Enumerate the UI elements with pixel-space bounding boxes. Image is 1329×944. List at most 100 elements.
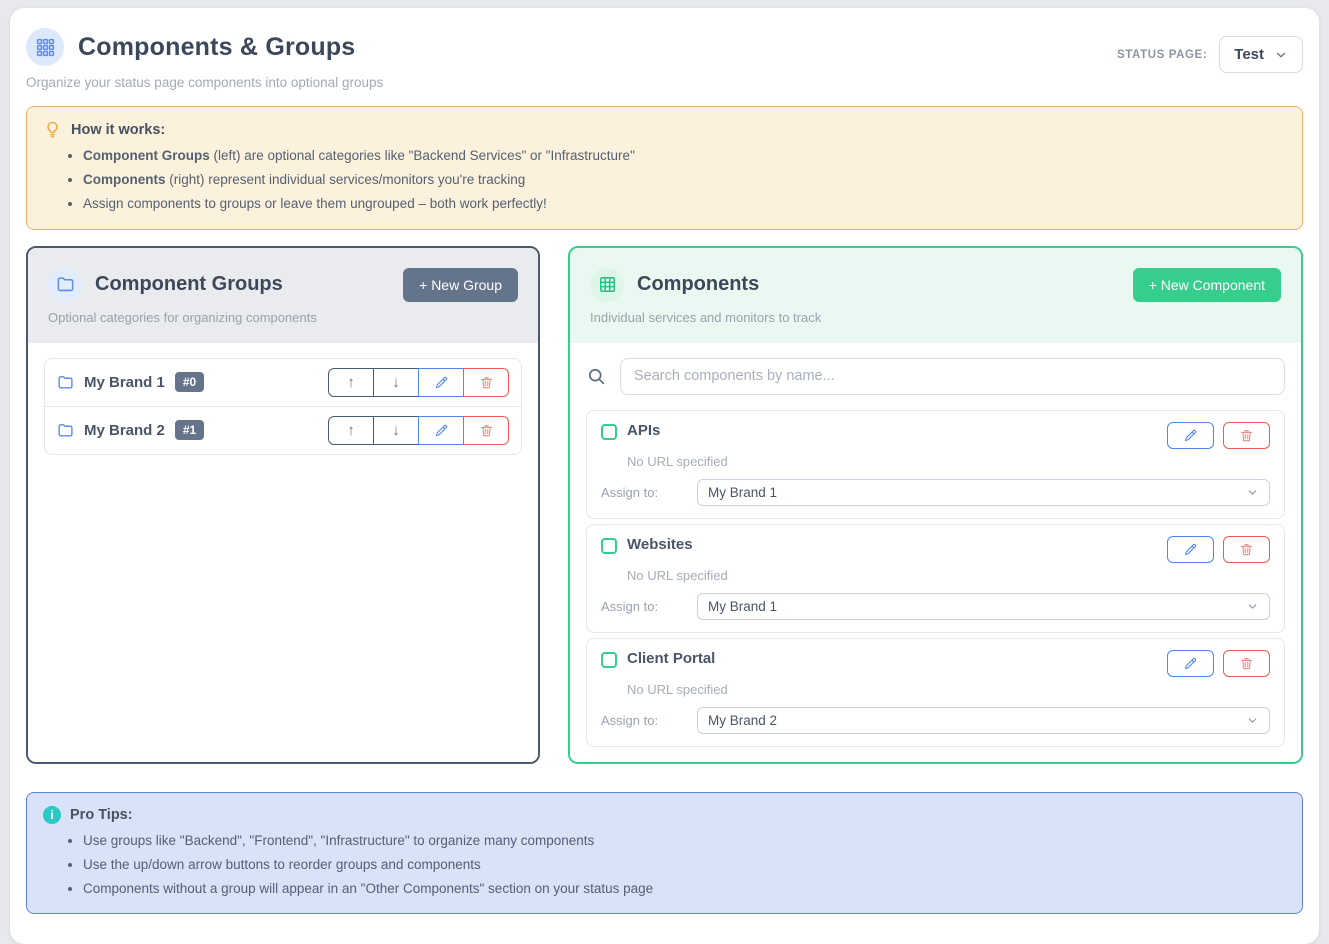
component-url-status: No URL specified — [627, 682, 1270, 697]
panels-area: Component Groups Optional categories for… — [26, 246, 1303, 764]
how-it-works-bullet: Component Groups (left) are optional cat… — [83, 147, 1286, 165]
move-up-button[interactable]: ↑ — [328, 416, 374, 445]
status-page-label: STATUS PAGE: — [1117, 49, 1207, 61]
assigned-group-value: My Brand 1 — [708, 599, 777, 614]
components-groups-page: Components & Groups Organize your status… — [10, 8, 1319, 944]
group-actions: ↑ ↓ — [328, 368, 509, 397]
trash-icon — [479, 423, 494, 438]
page-header-left: Components & Groups Organize your status… — [26, 28, 383, 90]
search-icon — [586, 366, 607, 387]
component-url-status: No URL specified — [627, 568, 1270, 583]
new-component-button[interactable]: + New Component — [1133, 268, 1281, 302]
component-name: Websites — [627, 536, 693, 553]
assigned-group-value: My Brand 1 — [708, 485, 777, 500]
page-title: Components & Groups — [78, 33, 355, 62]
pro-tips-title: Pro Tips: — [70, 807, 133, 823]
group-row: My Brand 1 #0 ↑ ↓ — [45, 359, 521, 406]
group-order-badge: #0 — [175, 372, 204, 392]
grid-dots-icon — [26, 28, 64, 66]
move-up-button[interactable]: ↑ — [328, 368, 374, 397]
assign-row: Assign to: My Brand 1 — [601, 593, 1270, 620]
component-list: APIs No URL specified — [586, 410, 1285, 747]
components-panel-title: Components — [637, 273, 759, 296]
assign-group-select[interactable]: My Brand 1 — [697, 593, 1270, 620]
assign-to-label: Assign to: — [601, 485, 697, 500]
components-panel-body: APIs No URL specified — [570, 343, 1301, 762]
assign-row: Assign to: My Brand 1 — [601, 479, 1270, 506]
pro-tips-list: Use groups like "Backend", "Frontend", "… — [83, 832, 1286, 899]
group-actions: ↑ ↓ — [328, 416, 509, 445]
component-checkbox[interactable] — [601, 424, 617, 440]
folder-icon — [57, 422, 74, 439]
pencil-icon — [1183, 656, 1198, 671]
pencil-icon — [434, 423, 449, 438]
group-name: My Brand 1 — [84, 374, 165, 391]
assign-to-label: Assign to: — [601, 713, 697, 728]
pencil-icon — [434, 375, 449, 390]
how-it-works-title: How it works: — [71, 122, 165, 138]
pro-tips-bullet: Use the up/down arrow buttons to reorder… — [83, 856, 1286, 874]
edit-component-button[interactable] — [1167, 536, 1214, 563]
delete-component-button[interactable] — [1223, 536, 1270, 563]
groups-panel-subtitle: Optional categories for organizing compo… — [48, 310, 317, 325]
chevron-down-icon — [1246, 486, 1259, 499]
group-list: My Brand 1 #0 ↑ ↓ — [44, 358, 522, 455]
component-checkbox[interactable] — [601, 538, 617, 554]
info-icon: i — [43, 806, 61, 824]
trash-icon — [1239, 428, 1254, 443]
folder-icon — [48, 268, 82, 302]
component-url-status: No URL specified — [627, 454, 1270, 469]
chevron-down-icon — [1246, 714, 1259, 727]
component-checkbox[interactable] — [601, 652, 617, 668]
assign-row: Assign to: My Brand 2 — [601, 707, 1270, 734]
how-it-works-bullet: Assign components to groups or leave the… — [83, 195, 1286, 213]
how-it-works-list: Component Groups (left) are optional cat… — [83, 147, 1286, 214]
group-name: My Brand 2 — [84, 422, 165, 439]
pro-tips-bullet: Components without a group will appear i… — [83, 880, 1286, 898]
delete-group-button[interactable] — [463, 368, 509, 397]
groups-panel-body: My Brand 1 #0 ↑ ↓ — [28, 343, 538, 762]
status-page-value: Test — [1234, 46, 1264, 63]
chevron-down-icon — [1246, 600, 1259, 613]
move-down-button[interactable]: ↓ — [373, 416, 419, 445]
pro-tips-bullet: Use groups like "Backend", "Frontend", "… — [83, 832, 1286, 850]
component-groups-panel: Component Groups Optional categories for… — [26, 246, 540, 764]
component-name: Client Portal — [627, 650, 715, 667]
folder-icon — [57, 374, 74, 391]
component-search-input[interactable] — [620, 358, 1285, 395]
assign-group-select[interactable]: My Brand 2 — [697, 707, 1270, 734]
components-panel-header: Components Individual services and monit… — [570, 248, 1301, 343]
component-search-row — [586, 358, 1285, 395]
assign-group-select[interactable]: My Brand 1 — [697, 479, 1270, 506]
edit-component-button[interactable] — [1167, 422, 1214, 449]
component-row: APIs No URL specified — [586, 410, 1285, 519]
group-row: My Brand 2 #1 ↑ ↓ — [45, 406, 521, 454]
move-down-button[interactable]: ↓ — [373, 368, 419, 397]
status-page-control: STATUS PAGE: Test — [1117, 36, 1303, 73]
edit-group-button[interactable] — [418, 416, 464, 445]
trash-icon — [1239, 656, 1254, 671]
component-name: APIs — [627, 422, 660, 439]
how-it-works-bullet: Components (right) represent individual … — [83, 171, 1286, 189]
edit-group-button[interactable] — [418, 368, 464, 397]
trash-icon — [479, 375, 494, 390]
group-order-badge: #1 — [175, 420, 204, 440]
how-it-works-box: How it works: Component Groups (left) ar… — [26, 106, 1303, 230]
status-page-select[interactable]: Test — [1219, 36, 1303, 73]
trash-icon — [1239, 542, 1254, 557]
new-group-button[interactable]: + New Group — [403, 268, 518, 302]
assigned-group-value: My Brand 2 — [708, 713, 777, 728]
delete-group-button[interactable] — [463, 416, 509, 445]
table-grid-icon — [590, 268, 624, 302]
edit-component-button[interactable] — [1167, 650, 1214, 677]
pencil-icon — [1183, 542, 1198, 557]
component-row: Websites No URL specified — [586, 524, 1285, 633]
groups-panel-header: Component Groups Optional categories for… — [28, 248, 538, 343]
components-panel: Components Individual services and monit… — [568, 246, 1303, 764]
pencil-icon — [1183, 428, 1198, 443]
components-panel-subtitle: Individual services and monitors to trac… — [590, 310, 821, 325]
assign-to-label: Assign to: — [601, 599, 697, 614]
page-header: Components & Groups Organize your status… — [26, 28, 1303, 90]
delete-component-button[interactable] — [1223, 422, 1270, 449]
delete-component-button[interactable] — [1223, 650, 1270, 677]
